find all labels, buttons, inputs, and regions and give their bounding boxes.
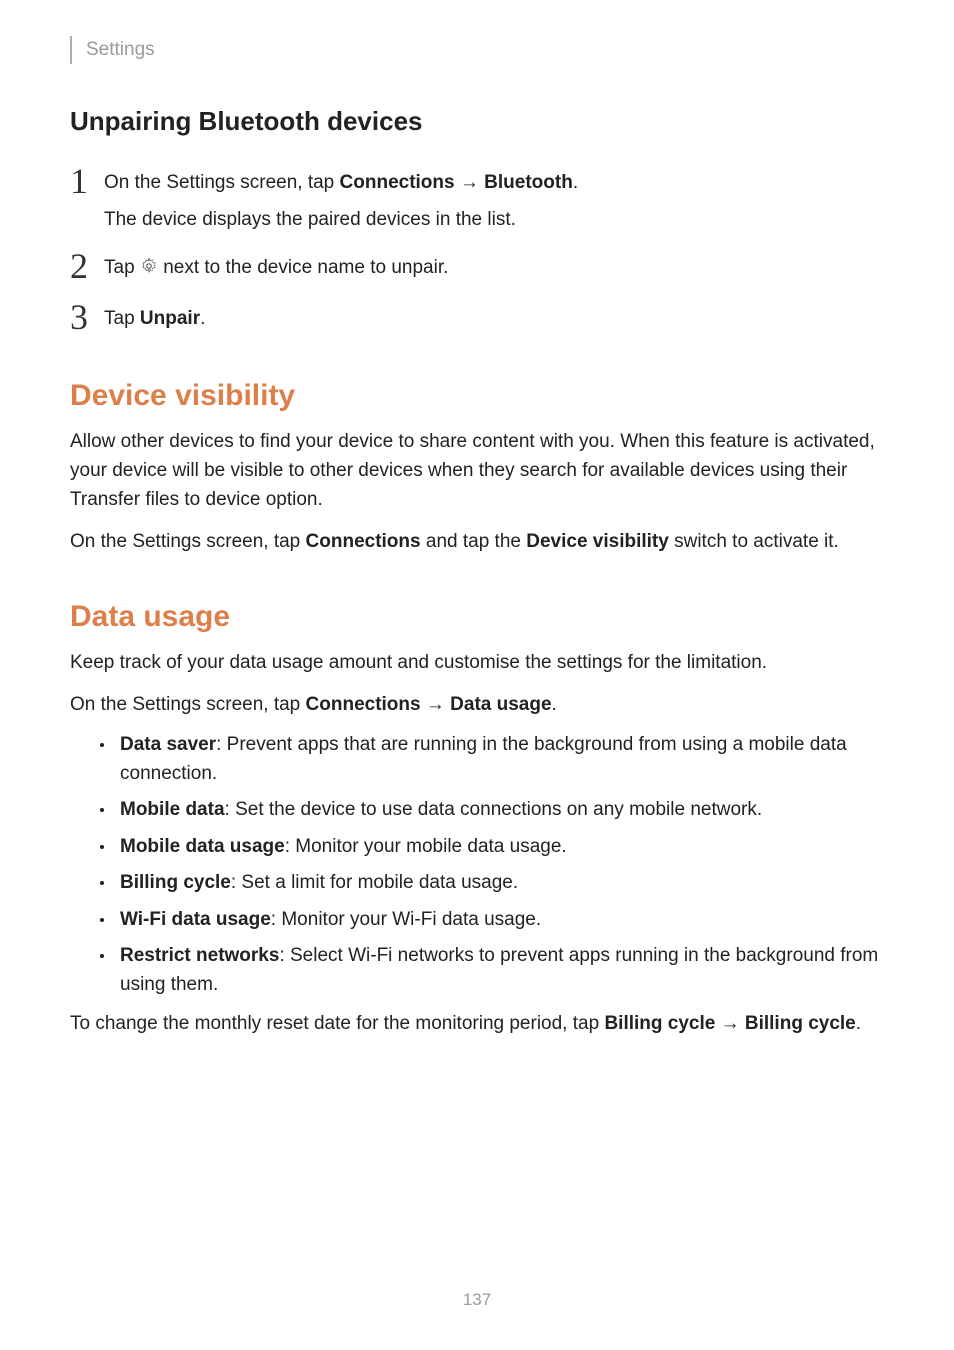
list-item: Restrict networks: Select Wi-Fi networks… <box>100 942 884 999</box>
list-text: Data saver: Prevent apps that are runnin… <box>120 731 884 788</box>
bullet-icon <box>100 808 104 812</box>
list-text: Mobile data: Set the device to use data … <box>120 796 884 825</box>
list-item: Data saver: Prevent apps that are runnin… <box>100 731 884 788</box>
bullet-icon <box>100 954 104 958</box>
step-body: Tap next to the device name to unpair. <box>104 248 884 285</box>
breadcrumb: Settings <box>86 39 155 61</box>
bullet-icon <box>100 918 104 922</box>
bullet-icon <box>100 743 104 747</box>
paragraph: Allow other devices to find your device … <box>70 427 884 515</box>
paragraph: On the Settings screen, tap Connections … <box>70 690 884 719</box>
section-title-unpairing: Unpairing Bluetooth devices <box>70 106 884 137</box>
step-subtext: The device displays the paired devices i… <box>104 206 884 235</box>
list-item: Mobile data: Set the device to use data … <box>100 796 884 825</box>
gear-icon <box>140 256 158 285</box>
step-text: On the Settings screen, tap Connections … <box>104 172 578 193</box>
paragraph: On the Settings screen, tap Connections … <box>70 527 884 556</box>
list-text: Wi-Fi data usage: Monitor your Wi-Fi dat… <box>120 906 884 935</box>
step-1: 1 On the Settings screen, tap Connection… <box>70 163 884 234</box>
list-item: Mobile data usage: Monitor your mobile d… <box>100 833 884 862</box>
step-3: 3 Tap Unpair. <box>70 299 884 335</box>
paragraph: To change the monthly reset date for the… <box>70 1009 884 1038</box>
page-header: Settings <box>70 36 884 64</box>
paragraph: Keep track of your data usage amount and… <box>70 648 884 677</box>
bullet-list: Data saver: Prevent apps that are runnin… <box>70 731 884 999</box>
step-number: 1 <box>70 163 104 199</box>
step-number: 3 <box>70 299 104 335</box>
list-item: Wi-Fi data usage: Monitor your Wi-Fi dat… <box>100 906 884 935</box>
list-item: Billing cycle: Set a limit for mobile da… <box>100 869 884 898</box>
list-text: Restrict networks: Select Wi-Fi networks… <box>120 942 884 999</box>
step-number: 2 <box>70 248 104 284</box>
page-number: 137 <box>0 1290 954 1310</box>
step-2: 2 Tap next to the device name to unpair. <box>70 248 884 285</box>
section-title-datausage: Data usage <box>70 600 884 634</box>
header-rule <box>70 36 72 64</box>
list-text: Mobile data usage: Monitor your mobile d… <box>120 833 884 862</box>
step-body: On the Settings screen, tap Connections … <box>104 163 884 234</box>
section-title-visibility: Device visibility <box>70 379 884 413</box>
bullet-icon <box>100 845 104 849</box>
step-body: Tap Unpair. <box>104 299 884 334</box>
steps-list: 1 On the Settings screen, tap Connection… <box>70 163 884 335</box>
bullet-icon <box>100 881 104 885</box>
page-content: Settings Unpairing Bluetooth devices 1 O… <box>0 0 954 1039</box>
list-text: Billing cycle: Set a limit for mobile da… <box>120 869 884 898</box>
